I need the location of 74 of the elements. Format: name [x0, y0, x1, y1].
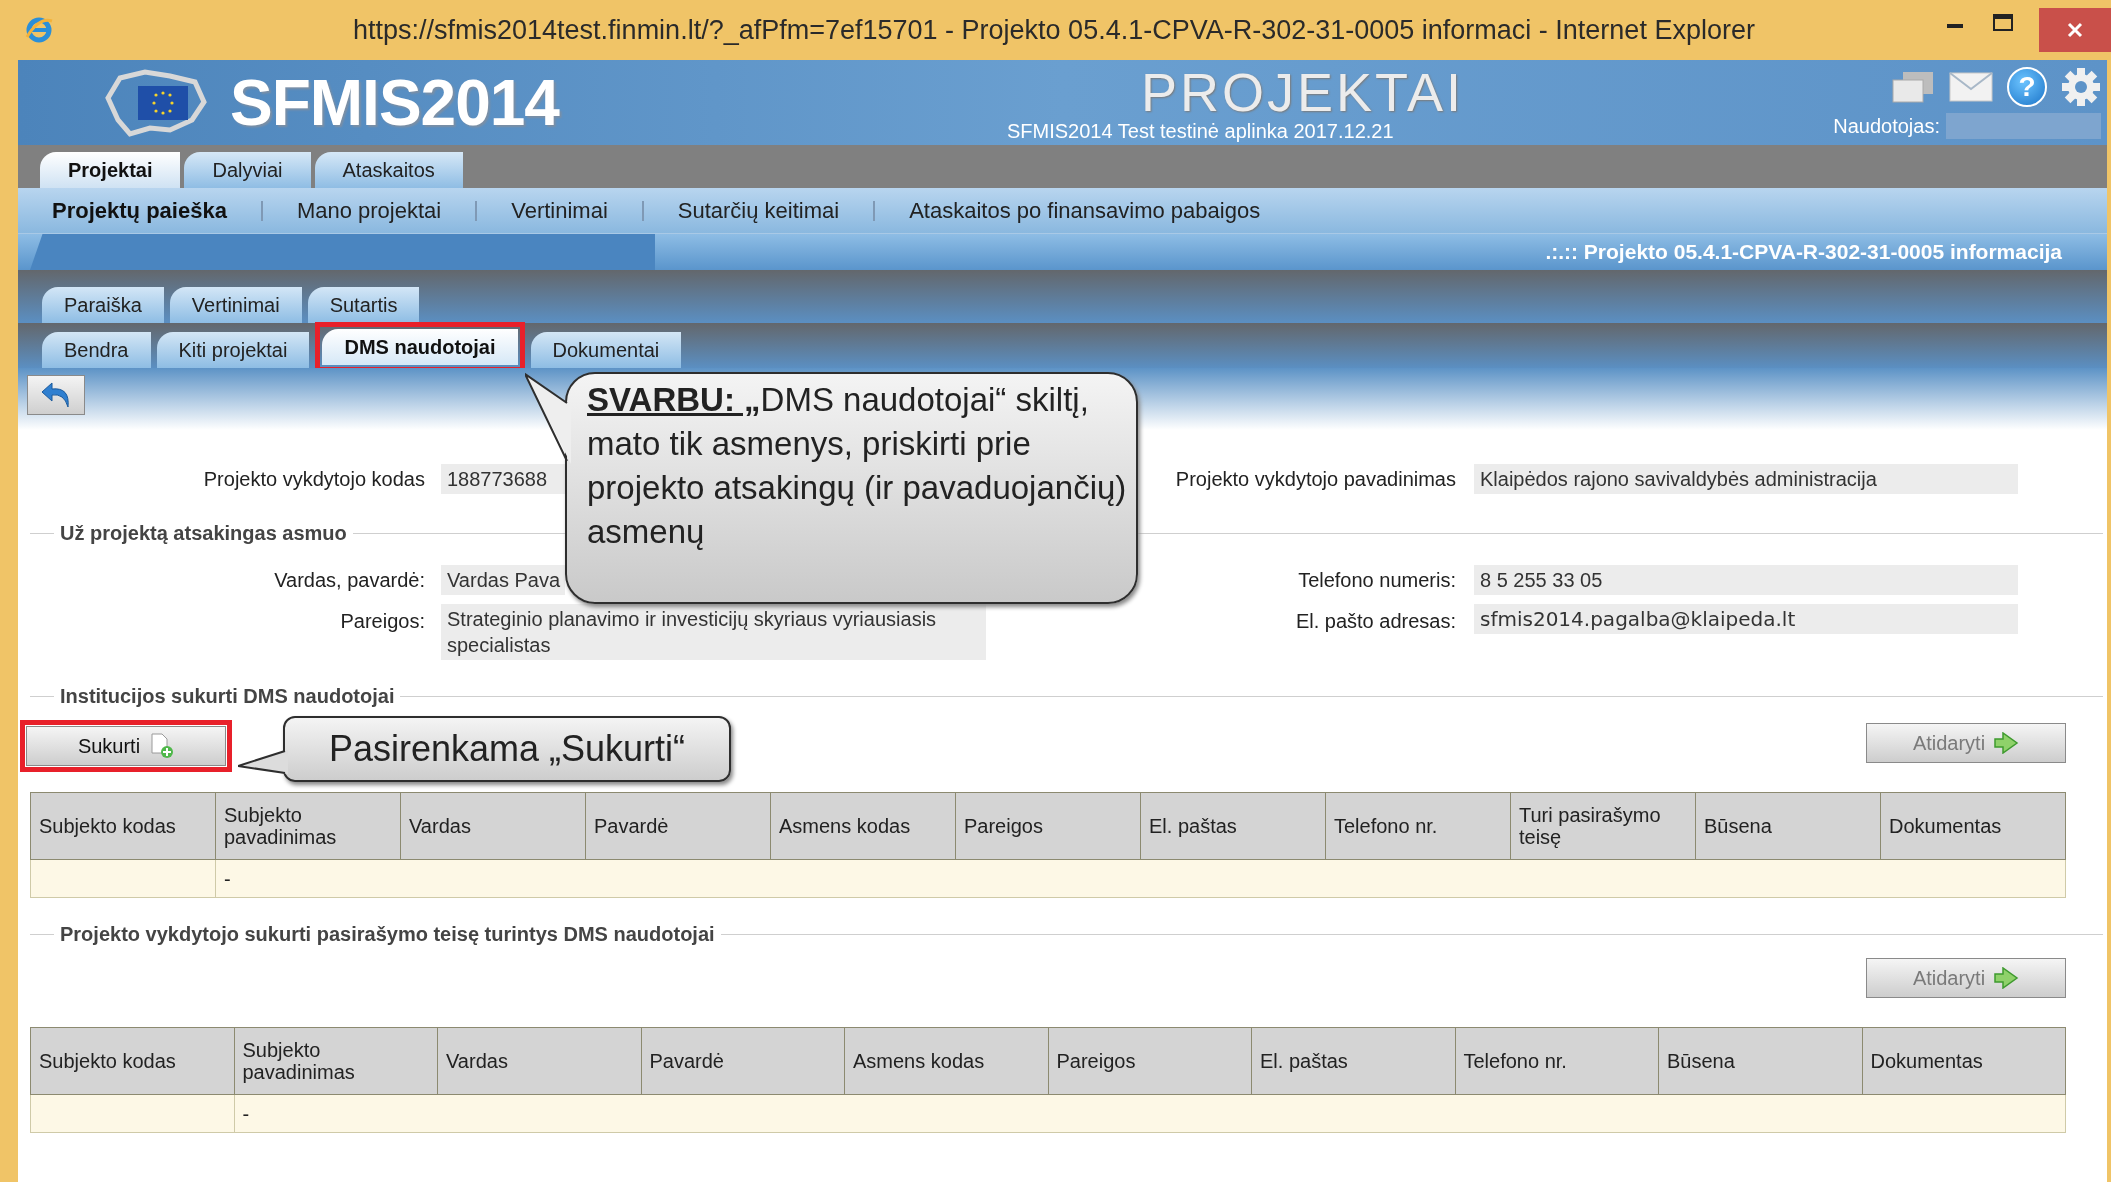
envelope-icon[interactable] [1949, 72, 1993, 102]
field-value: Strateginio planavimo ir investicijų skyriaus vyriausiasis specialistas [441, 604, 986, 660]
field-label: Telefono numeris: [1297, 568, 1456, 593]
section-title: Už projektą atsakingas asmuo [59, 521, 348, 546]
column-header: Dokumentas [1880, 792, 2066, 860]
field-label: Vardas, pavardė: [273, 568, 425, 593]
maximize-icon[interactable] [1993, 14, 2013, 31]
column-header: Dokumentas [1862, 1027, 2066, 1095]
forward-arrow-icon [1993, 732, 2020, 754]
settings-icon[interactable] [2061, 67, 2101, 107]
create-button[interactable]: Sukurti [26, 726, 226, 766]
column-header: Pareigos [955, 792, 1141, 860]
close-icon [2067, 22, 2083, 38]
user-label: Naudotojas: [1833, 114, 1940, 139]
column-header: Telefono nr. [1325, 792, 1511, 860]
section-tab[interactable]: Vertinimai [169, 287, 302, 323]
close-button[interactable] [2039, 8, 2111, 52]
column-header: Telefono nr. [1455, 1027, 1659, 1095]
column-header: Vardas [400, 792, 586, 860]
main-tab[interactable]: Dalyviai [184, 152, 311, 188]
column-header: Pavardė [585, 792, 771, 860]
menu-item[interactable]: Sutarčių keitimai [643, 194, 874, 227]
add-document-icon [150, 733, 175, 759]
column-header: Subjekto pavadinimas [234, 1027, 438, 1095]
column-header: Asmens kodas [844, 1027, 1048, 1095]
environment-label: SFMIS2014 Test testinė aplinka 2017.12.21 [1007, 119, 1395, 143]
section-tab[interactable]: Bendra [42, 332, 151, 368]
menu-item[interactable]: Vertinimai [477, 194, 642, 227]
field-value: Klaipėdos rajono savivaldybės administracija [1474, 464, 2018, 494]
column-header: Subjekto kodas [30, 1027, 234, 1095]
section-title: Projekto vykdytojo sukurti pasirašymo teisę turintys DMS naudotojai [59, 922, 716, 947]
windows-icon[interactable] [1891, 70, 1935, 104]
callout-text: Pasirenkama „Sukurti“ [328, 727, 686, 771]
browser-icon [24, 15, 54, 45]
section-tab[interactable]: Paraiška [42, 287, 164, 323]
section-title: Institucijos sukurti DMS naudotojai [59, 684, 396, 709]
app-title: PROJEKTAI [1141, 65, 1465, 119]
section-tab[interactable]: Dokumentai [530, 332, 682, 368]
column-header: Pavardė [641, 1027, 845, 1095]
main-tab[interactable]: Projektai [40, 152, 181, 188]
section-tab[interactable]: Kiti projektai [156, 332, 310, 368]
column-header: El. paštas [1140, 792, 1326, 860]
back-button[interactable] [27, 375, 85, 415]
empty-row-text: - [242, 1102, 250, 1125]
column-header: Vardas [437, 1027, 641, 1095]
column-header: Subjekto kodas [30, 792, 216, 860]
column-header: Pareigos [1048, 1027, 1252, 1095]
section-tab[interactable]: Sutartis [307, 287, 420, 323]
field-value: sfmis2014.pagalba@klaipeda.lt [1474, 604, 2018, 634]
back-arrow-icon [40, 381, 72, 409]
field-label: Projekto vykdytojo kodas [202, 467, 425, 492]
field-label: El. pašto adresas: [1294, 609, 1456, 634]
field-label: Pareigos: [339, 609, 425, 634]
column-header: Subjekto pavadinimas [215, 792, 401, 860]
page-title: .:.:: Projekto 05.4.1-CPVA-R-302-31-0005 informacija [1545, 239, 2062, 266]
menu-item[interactable]: Mano projektai [262, 194, 476, 227]
column-header: Būsena [1658, 1027, 1862, 1095]
main-tab[interactable]: Ataskaitos [314, 152, 463, 188]
empty-row-text: - [224, 867, 231, 890]
field-label: Projekto vykdytojo pavadinimas [1174, 467, 1456, 492]
callout-text: SVARBU: „DMS naudotojai“ skiltį, mato tik asmenys, priskirti prie projekto atsakingų (ir pavaduojančių) asmenų [587, 380, 1127, 552]
column-header: Būsena [1695, 792, 1881, 860]
column-header: El. paštas [1251, 1027, 1455, 1095]
field-value: 8 5 255 33 05 [1474, 565, 2018, 595]
column-header: Asmens kodas [770, 792, 956, 860]
field-value: 188773688 [441, 464, 565, 494]
window-title: https://sfmis2014test.finmin.lt/?_afPfm=7ef15701 - Projekto 05.4.1-CPVA-R-302-31-0005 informaci - Internet Explorer [353, 13, 1755, 47]
section-tab[interactable]: DMS naudotojai [322, 329, 518, 365]
column-header: Turi pasirašymo teisę [1510, 792, 1696, 860]
forward-arrow-icon [1993, 967, 2020, 989]
menu-item[interactable]: Ataskaitos po finansavimo pabaigos [875, 194, 1295, 227]
logo-text: SFMIS2014 [230, 70, 559, 135]
menu-item[interactable]: Projektų paieška [18, 194, 261, 227]
field-value: Vardas Pava [441, 565, 565, 595]
